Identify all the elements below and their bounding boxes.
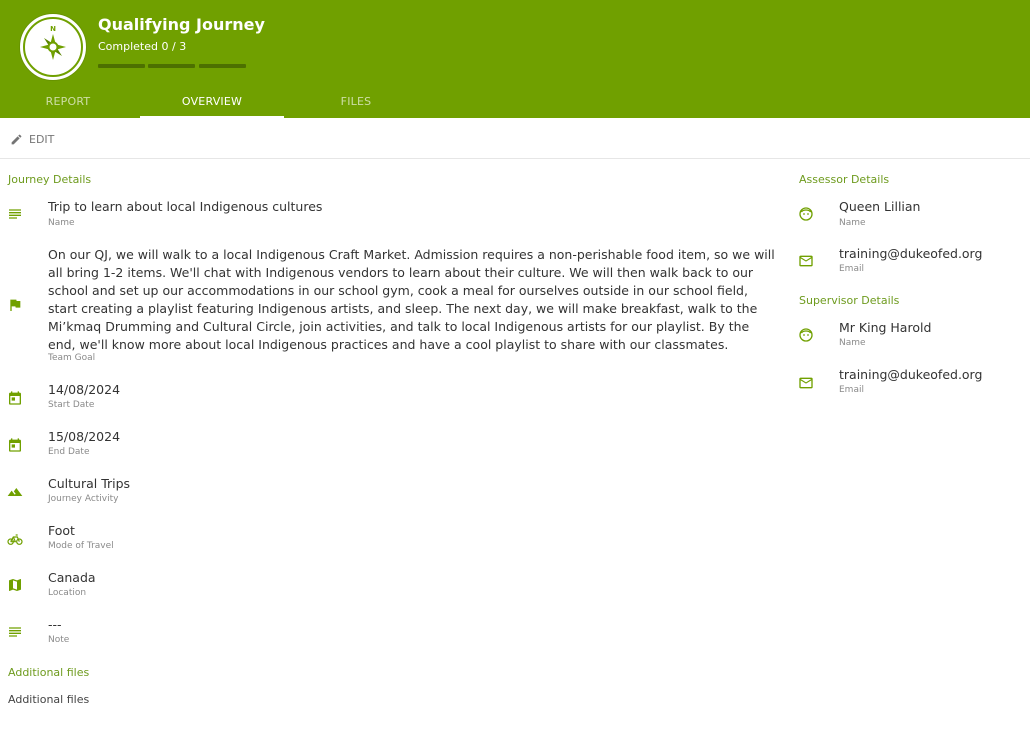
supervisor-details-title: Supervisor Details <box>799 294 900 307</box>
progress-text: Completed 0 / 3 <box>98 40 187 53</box>
end-date-label: End Date <box>48 447 90 457</box>
travel-value: Foot <box>48 523 75 538</box>
notes-icon <box>9 627 21 637</box>
activity-label: Journey Activity <box>48 494 119 504</box>
location-value: Canada <box>48 570 96 585</box>
mail-icon <box>799 377 813 389</box>
note-value: --- <box>48 617 62 632</box>
assessor-email-value[interactable]: training@dukeofed.org <box>839 246 982 261</box>
mountain-icon <box>7 488 23 496</box>
journey-details-title: Journey Details <box>8 173 92 186</box>
supervisor-email-label: Email <box>839 385 864 395</box>
progress-segment <box>98 64 145 68</box>
tab-overview[interactable]: OVERVIEW <box>140 86 284 118</box>
edit-button[interactable]: EDIT <box>10 130 54 148</box>
bicycle-icon <box>7 534 23 545</box>
activity-value: Cultural Trips <box>48 476 131 491</box>
assessor-name-label: Name <box>839 218 866 228</box>
edit-label: EDIT <box>29 132 55 146</box>
pencil-icon <box>11 134 22 144</box>
travel-label: Mode of Travel <box>48 541 114 551</box>
progress-segment <box>199 64 246 68</box>
start-date-value: 14/08/2024 <box>48 382 121 397</box>
map-icon <box>9 579 21 591</box>
tab-files[interactable]: FILES <box>284 86 428 118</box>
svg-text:N: N <box>50 25 56 33</box>
toolbar-divider <box>0 158 1030 159</box>
compass-icon: N <box>23 17 83 77</box>
start-date-label: Start Date <box>48 400 95 410</box>
compass-logo: N <box>20 14 86 80</box>
end-date-value: 15/08/2024 <box>48 429 121 444</box>
app-header: N Qualifying Journey Completed 0 / 3 REP… <box>0 0 1030 118</box>
assessor-name-value: Queen Lillian <box>839 199 921 214</box>
tab-report[interactable]: REPORT <box>0 86 140 118</box>
progress-segment <box>148 64 195 68</box>
calendar-icon <box>9 438 21 452</box>
note-label: Note <box>48 635 70 645</box>
location-label: Location <box>48 588 87 598</box>
team-goal-value: On our QJ, we will walk to a local Indig… <box>48 247 775 352</box>
team-goal-label: Team Goal <box>48 353 96 363</box>
mail-icon <box>799 255 813 267</box>
flag-icon <box>10 299 21 311</box>
supervisor-name-value: Mr King Harold <box>839 320 932 335</box>
face-icon <box>799 328 813 342</box>
face-icon <box>799 207 813 221</box>
calendar-icon <box>9 391 21 405</box>
journey-name-label: Name <box>48 218 75 228</box>
additional-files-title: Additional files <box>8 666 90 679</box>
notes-icon <box>9 209 21 219</box>
supervisor-name-label: Name <box>839 338 866 348</box>
supervisor-email-value[interactable]: training@dukeofed.org <box>839 367 982 382</box>
journey-name-value: Trip to learn about local Indigenous cul… <box>48 199 323 214</box>
page-title: Qualifying Journey <box>98 15 265 34</box>
assessor-details-title: Assessor Details <box>799 173 890 186</box>
assessor-email-label: Email <box>839 264 864 274</box>
additional-files-text: Additional files <box>8 693 90 706</box>
